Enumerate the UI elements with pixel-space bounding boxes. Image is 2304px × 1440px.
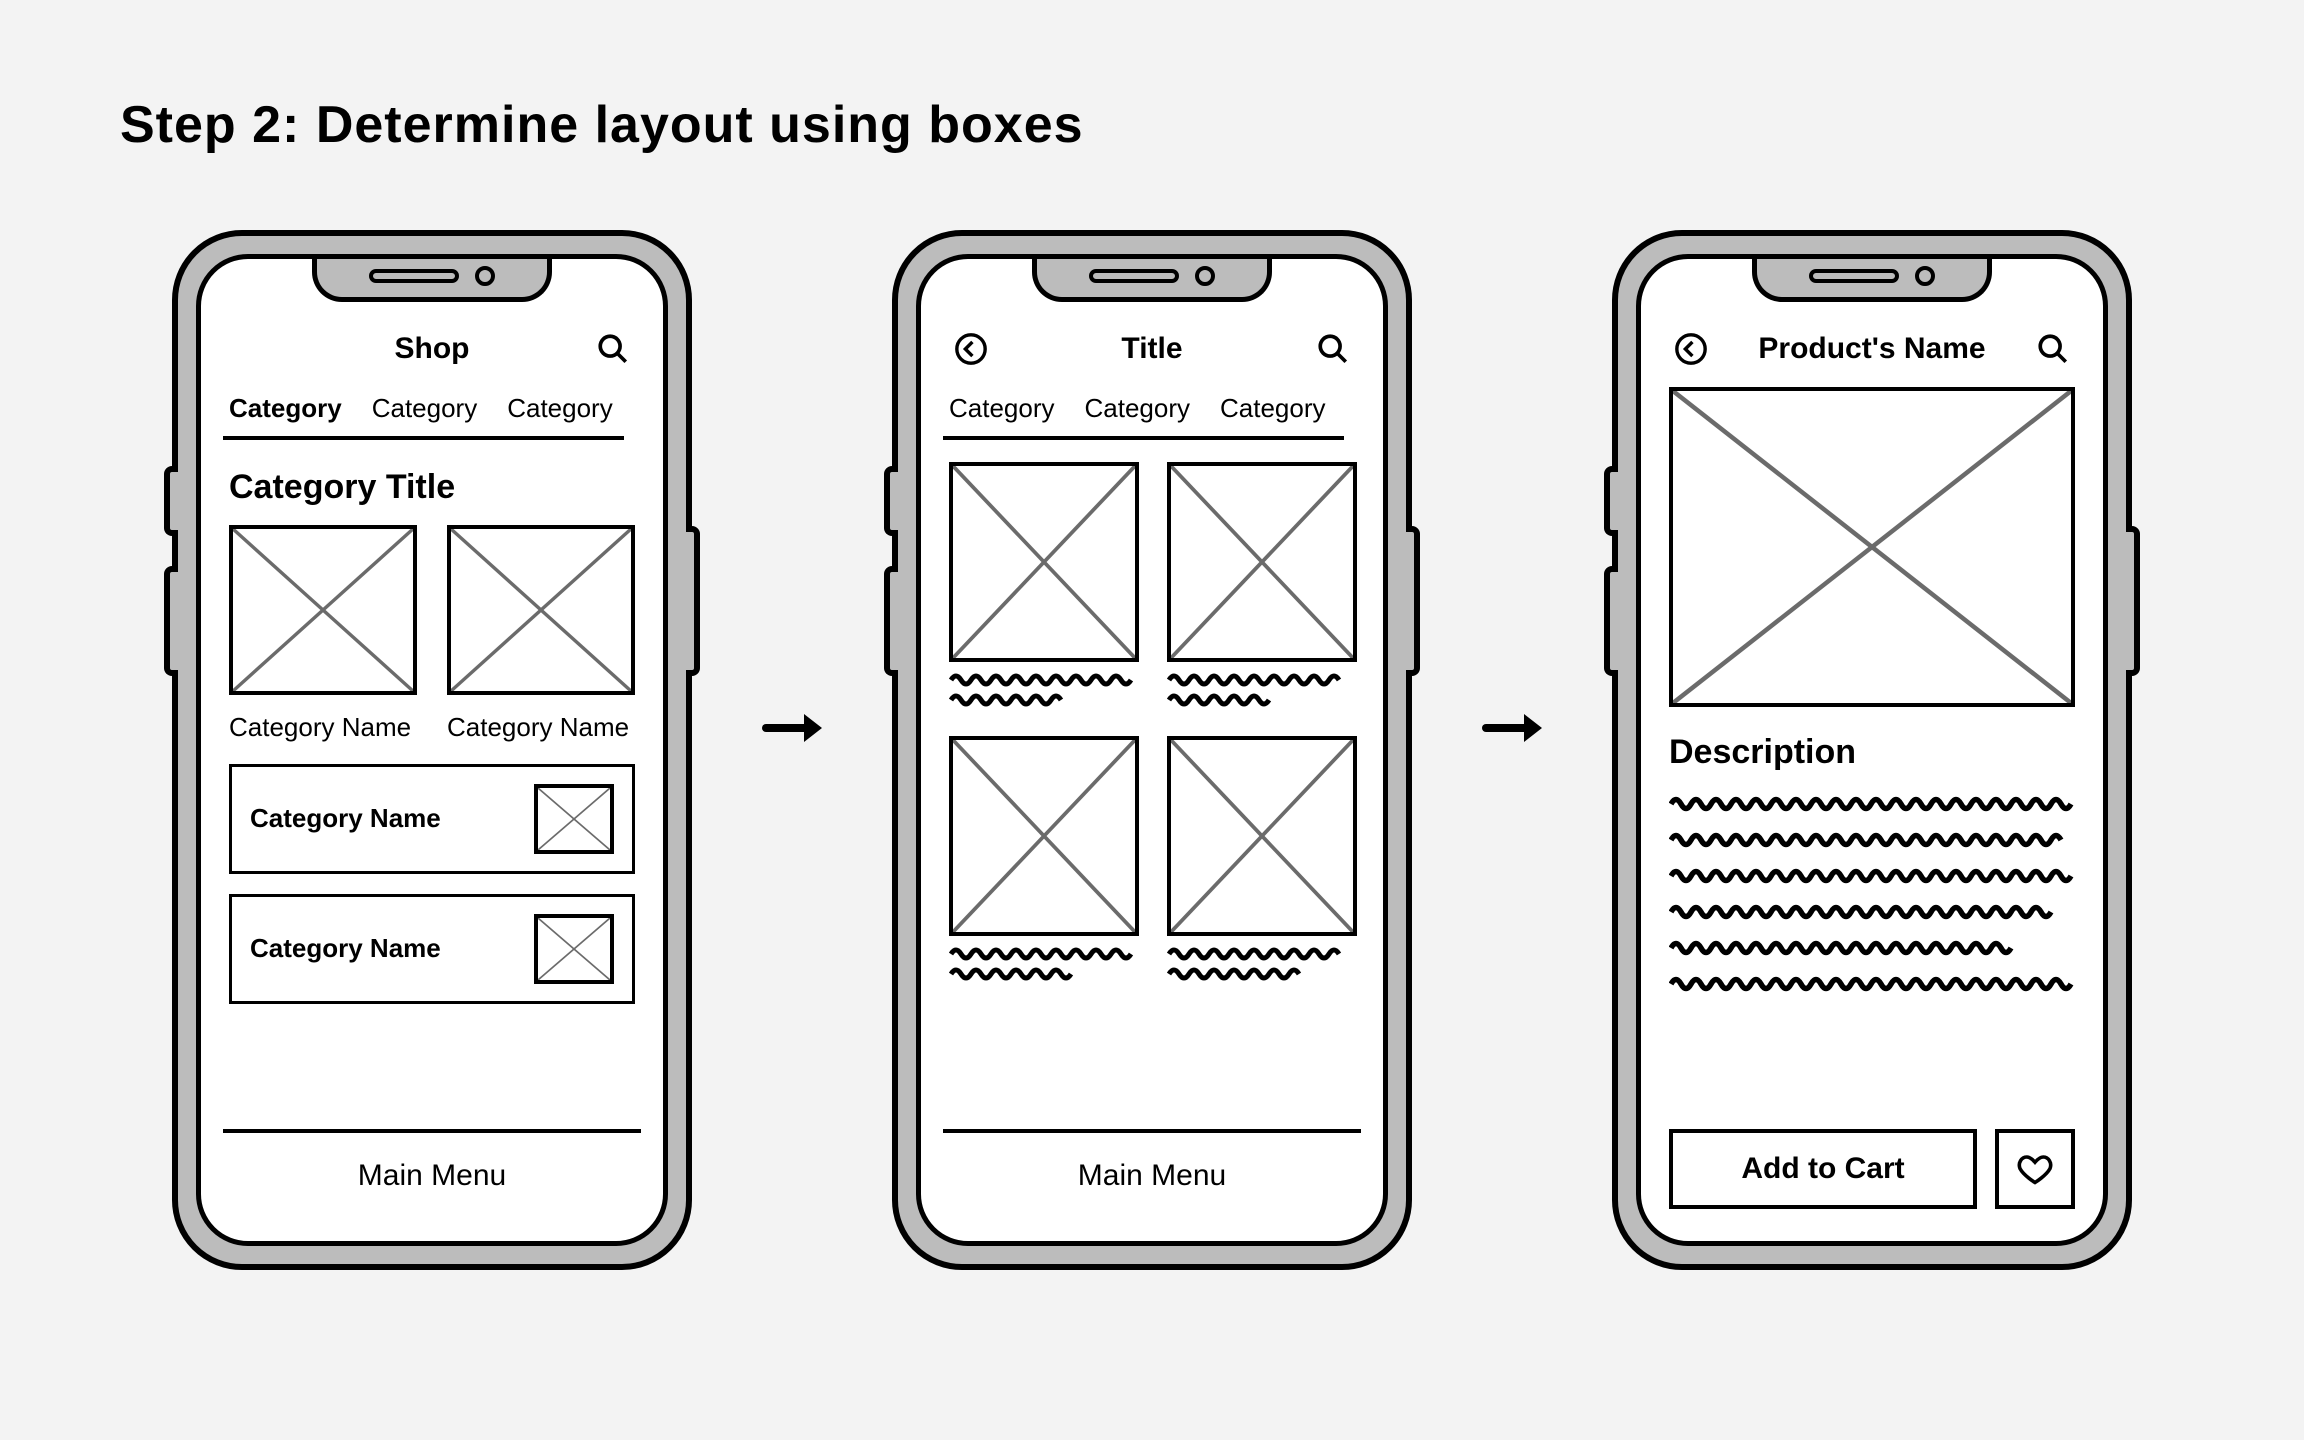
- image-placeholder: [447, 525, 635, 695]
- search-icon[interactable]: [591, 327, 635, 371]
- phone-frame-listing: Title Category Category Category: [892, 230, 1412, 1270]
- image-placeholder: [1167, 736, 1357, 936]
- image-placeholder: [1167, 462, 1357, 662]
- product-card[interactable]: [949, 462, 1139, 714]
- header-title: Shop: [273, 332, 591, 366]
- tab-category[interactable]: Category: [1220, 393, 1326, 424]
- tab-category[interactable]: Category: [507, 393, 613, 424]
- placeholder-text: [1167, 672, 1357, 714]
- page-title: Step 2: Determine layout using boxes: [120, 95, 1084, 155]
- heart-icon: [2017, 1151, 2053, 1187]
- header-title: Product's Name: [1713, 332, 2031, 366]
- image-placeholder: [534, 914, 614, 984]
- product-image-placeholder: [1669, 387, 2075, 707]
- image-placeholder: [534, 784, 614, 854]
- arrow-right-icon: [762, 708, 822, 753]
- card-label: Category Name: [229, 711, 417, 744]
- phone-notch: [1752, 254, 1992, 302]
- header-title: Title: [993, 332, 1311, 366]
- category-list-item[interactable]: Category Name: [229, 764, 635, 874]
- description-heading: Description: [1669, 733, 2075, 772]
- add-to-cart-button[interactable]: Add to Cart: [1669, 1129, 1977, 1209]
- list-item-label: Category Name: [250, 803, 441, 834]
- category-card[interactable]: Category Name: [447, 525, 635, 744]
- placeholder-text: [1167, 946, 1357, 988]
- category-list-item[interactable]: Category Name: [229, 894, 635, 1004]
- tab-category[interactable]: Category: [372, 393, 478, 424]
- product-card[interactable]: [1167, 462, 1357, 714]
- back-icon[interactable]: [1669, 327, 1713, 371]
- product-card[interactable]: [949, 736, 1139, 988]
- tab-category[interactable]: Category: [949, 393, 1055, 424]
- category-tabs: Category Category Category: [943, 379, 1344, 440]
- description-placeholder-text: [1669, 792, 2075, 1027]
- phone-notch: [312, 254, 552, 302]
- image-placeholder: [229, 525, 417, 695]
- search-icon[interactable]: [1311, 327, 1355, 371]
- list-item-label: Category Name: [250, 933, 441, 964]
- search-icon[interactable]: [2031, 327, 2075, 371]
- main-menu-button[interactable]: Main Menu: [223, 1129, 641, 1219]
- image-placeholder: [949, 462, 1139, 662]
- phone-frame-shop: Shop Category Category Category Category…: [172, 230, 692, 1270]
- category-card[interactable]: Category Name: [229, 525, 417, 744]
- card-label: Category Name: [447, 711, 635, 744]
- phone-notch: [1032, 254, 1272, 302]
- placeholder-text: [949, 672, 1139, 714]
- favorite-button[interactable]: [1995, 1129, 2075, 1209]
- arrow-right-icon: [1482, 708, 1542, 753]
- tab-category[interactable]: Category: [1085, 393, 1191, 424]
- category-tabs: Category Category Category: [223, 379, 624, 440]
- placeholder-text: [949, 946, 1139, 988]
- main-menu-button[interactable]: Main Menu: [943, 1129, 1361, 1219]
- section-title: Category Title: [229, 468, 635, 507]
- tab-category[interactable]: Category: [229, 393, 342, 424]
- product-card[interactable]: [1167, 736, 1357, 988]
- phone-frame-product: Product's Name Description: [1612, 230, 2132, 1270]
- image-placeholder: [949, 736, 1139, 936]
- back-icon[interactable]: [949, 327, 993, 371]
